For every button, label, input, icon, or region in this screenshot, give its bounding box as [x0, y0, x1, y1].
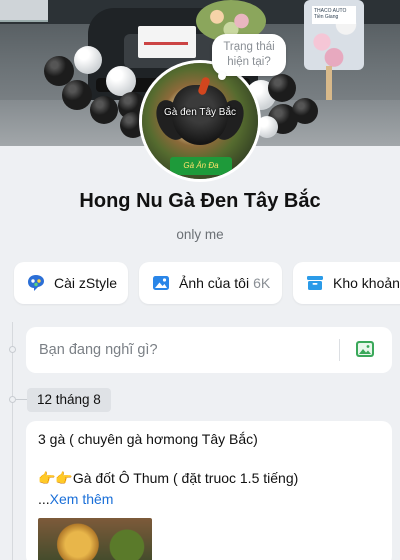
zstyle-button[interactable]: Cài zStyle: [14, 262, 128, 304]
moments-archive-label: Kho khoảnh: [333, 275, 400, 291]
status-composer[interactable]: Bạn đang nghĩ gì?: [26, 327, 392, 373]
status-bubble-line1: Trạng thái: [223, 41, 275, 53]
balloon: [62, 80, 92, 110]
post-see-more-row: ...Xem thêm: [38, 491, 113, 507]
cover-stand-sign: THACO AUTO Tiền Giang: [312, 6, 356, 24]
status-bubble[interactable]: Trạng thái hiện tại?: [212, 34, 286, 76]
post-text-line-2: 👉👉Gà đốt Ô Thum ( đặt truoc 1.5 tiếng): [38, 470, 299, 486]
post-card[interactable]: 3 gà ( chuyên gà hơmong Tây Bắc) 👉👉Gà đố…: [26, 421, 392, 560]
timeline-dot: [9, 346, 16, 353]
timeline-dot: [9, 396, 16, 403]
profile-name: Hong Nu Gà Đen Tây Bắc: [79, 190, 321, 212]
see-more-link[interactable]: Xem thêm: [50, 491, 114, 507]
balloon: [268, 74, 296, 102]
avatar-box-label: Gà Ăn Đa: [170, 157, 232, 175]
timeline-date: 12 tháng 8: [27, 388, 111, 412]
cover-screen: [0, 0, 48, 22]
timeline-line: [12, 322, 13, 560]
photo-icon: [151, 273, 171, 293]
avatar-caption: Gà đen Tây Bắc: [163, 107, 237, 118]
composer-placeholder: Bạn đang nghĩ gì?: [39, 342, 158, 358]
my-photos-count: 6K: [253, 275, 271, 291]
my-photos-label: Ảnh của tôi: [179, 275, 250, 291]
status-bubble-tail: [218, 72, 226, 80]
cover-board-stripe: [144, 42, 188, 45]
profile-avatar[interactable]: Gà đen Tây Bắc Gà Ăn Đa: [139, 60, 261, 182]
archive-icon: [305, 273, 325, 293]
zstyle-label: Cài zStyle: [54, 275, 118, 291]
post-image[interactable]: [38, 518, 152, 560]
status-bubble-line2: hiện tại?: [227, 56, 271, 68]
moments-archive-button[interactable]: Kho khoảnh: [293, 262, 400, 304]
profile-visibility[interactable]: only me: [0, 227, 400, 242]
post-text-line-1: 3 gà ( chuyên gà hơmong Tây Bắc): [38, 431, 258, 447]
balloon: [90, 96, 118, 124]
zstyle-icon: [26, 273, 46, 293]
my-photos-button[interactable]: Ảnh của tôi 6K: [139, 262, 282, 304]
composer-divider: [339, 339, 340, 361]
add-photo-icon[interactable]: [355, 340, 375, 358]
post-ellipsis: ...: [38, 491, 50, 507]
balloon: [74, 46, 102, 74]
balloon: [292, 98, 318, 124]
